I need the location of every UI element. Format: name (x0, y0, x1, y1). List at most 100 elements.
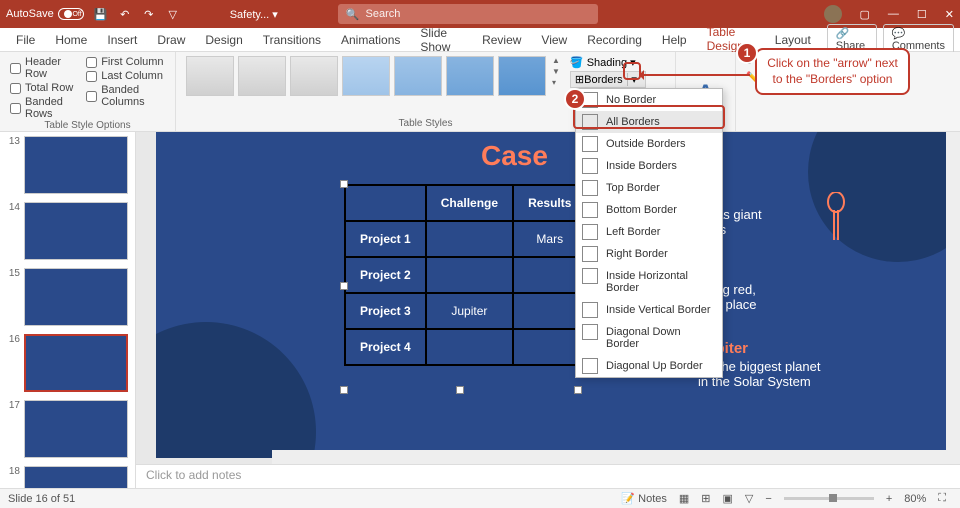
gallery-more-icon[interactable]: ▾ (552, 78, 560, 87)
slide-title[interactable]: Case (481, 140, 548, 172)
selection-handle[interactable] (456, 386, 464, 394)
document-name[interactable]: Safety... ▾ (230, 8, 278, 21)
cb-total-row[interactable]: Total Row (10, 82, 76, 94)
tab-design[interactable]: Design (195, 29, 252, 51)
horizontal-scrollbar[interactable] (272, 450, 946, 464)
tab-insert[interactable]: Insert (97, 29, 147, 51)
table-row-header[interactable]: Project 3 (345, 293, 426, 329)
slide-canvas[interactable]: Case ChallengeResultsS Project 1Mars Pro… (136, 132, 960, 488)
status-bar: Slide 16 of 51 📝 Notes ▦ ⊞ ▣ ▽ − + 80% ⛶ (0, 488, 960, 508)
cb-first-column[interactable]: First Column (86, 56, 165, 68)
autosave-label: AutoSave (6, 8, 54, 20)
present-icon[interactable]: ▽ (166, 7, 180, 21)
tab-recording[interactable]: Recording (577, 29, 652, 51)
tab-review[interactable]: Review (472, 29, 531, 51)
thumb-15[interactable]: 15 (4, 268, 131, 326)
zoom-in[interactable]: + (880, 493, 898, 505)
highlight-borders-arrow (623, 62, 641, 80)
sorter-view-icon[interactable]: ⊞ (695, 492, 716, 505)
menu-inside-horizontal[interactable]: Inside Horizontal Border (576, 265, 722, 299)
slide-counter[interactable]: Slide 16 of 51 (8, 493, 75, 505)
style-option[interactable] (342, 56, 390, 96)
table-cell[interactable] (426, 221, 513, 257)
style-option[interactable] (186, 56, 234, 96)
cb-banded-rows[interactable]: Banded Rows (10, 96, 76, 120)
borders-dropdown-menu: No Border All Borders Outside Borders In… (575, 88, 723, 378)
redo-icon[interactable]: ↷ (142, 7, 156, 21)
highlight-all-borders (573, 105, 725, 129)
notes-button[interactable]: 📝 Notes (615, 492, 673, 505)
tab-draw[interactable]: Draw (147, 29, 195, 51)
ribbon-display-icon[interactable]: ▢ (860, 8, 870, 21)
table-row-header[interactable]: Project 1 (345, 221, 426, 257)
tab-view[interactable]: View (531, 29, 577, 51)
close-icon[interactable]: ✕ (945, 8, 954, 21)
group-label-options: Table Style Options (10, 120, 165, 131)
cb-banded-columns[interactable]: Banded Columns (86, 84, 165, 108)
menu-outside-borders[interactable]: Outside Borders (576, 133, 722, 155)
fit-window-icon[interactable]: ⛶ (932, 492, 952, 505)
menu-diagonal-up[interactable]: Diagonal Up Border (576, 355, 722, 377)
user-avatar[interactable] (824, 5, 842, 23)
zoom-level[interactable]: 80% (898, 493, 932, 505)
style-option[interactable] (290, 56, 338, 96)
tab-transitions[interactable]: Transitions (253, 29, 331, 51)
style-option[interactable] (498, 56, 546, 96)
table-cell[interactable]: Jupiter (426, 293, 513, 329)
table-row-header[interactable]: Project 4 (345, 329, 426, 365)
thumb-17[interactable]: 17 (4, 400, 131, 458)
autosave-toggle[interactable]: AutoSave Off (6, 8, 84, 20)
table-row-header[interactable]: Project 2 (345, 257, 426, 293)
menu-inside-borders[interactable]: Inside Borders (576, 155, 722, 177)
notes-pane[interactable]: Click to add notes (136, 464, 960, 488)
selection-handle[interactable] (340, 386, 348, 394)
tab-help[interactable]: Help (652, 29, 697, 51)
menu-bottom-border[interactable]: Bottom Border (576, 199, 722, 221)
zoom-out[interactable]: − (759, 493, 777, 505)
style-option[interactable] (238, 56, 286, 96)
thumb-13[interactable]: 13 (4, 136, 131, 194)
step-badge-1: 1 (736, 42, 758, 64)
cb-last-column[interactable]: Last Column (86, 70, 165, 82)
selection-handle[interactable] (574, 386, 582, 394)
thumb-14[interactable]: 14 (4, 202, 131, 260)
style-option[interactable] (446, 56, 494, 96)
table-header[interactable]: Challenge (426, 185, 513, 221)
minimize-icon[interactable]: — (888, 8, 899, 20)
autosave-switch[interactable]: Off (58, 8, 84, 20)
borders-label: Borders (584, 74, 623, 86)
table-cell[interactable] (426, 329, 513, 365)
menu-top-border[interactable]: Top Border (576, 177, 722, 199)
menu-inside-vertical[interactable]: Inside Vertical Border (576, 299, 722, 321)
tab-file[interactable]: File (6, 29, 45, 51)
zoom-slider[interactable] (784, 497, 874, 500)
diag-up-icon (582, 358, 598, 374)
reading-view-icon[interactable]: ▣ (717, 492, 739, 505)
menu-right-border[interactable]: Right Border (576, 243, 722, 265)
table-styles-gallery[interactable] (186, 56, 546, 96)
table-header[interactable] (345, 185, 426, 221)
group-table-style-options: Header Row Total Row Banded Rows First C… (0, 52, 176, 131)
style-option[interactable] (394, 56, 442, 96)
table-cell[interactable] (426, 257, 513, 293)
step-badge-2: 2 (564, 88, 586, 110)
tab-animations[interactable]: Animations (331, 29, 410, 51)
gallery-up-icon[interactable]: ▲ (552, 56, 560, 65)
undo-icon[interactable]: ↶ (118, 7, 132, 21)
window-controls: ▢ — ☐ ✕ (824, 5, 955, 23)
slideshow-view-icon[interactable]: ▽ (739, 492, 759, 505)
tab-home[interactable]: Home (45, 29, 97, 51)
cb-header-row[interactable]: Header Row (10, 56, 76, 80)
selection-handle[interactable] (340, 180, 348, 188)
menu-diagonal-down[interactable]: Diagonal Down Border (576, 321, 722, 355)
maximize-icon[interactable]: ☐ (917, 8, 927, 21)
gallery-down-icon[interactable]: ▼ (552, 67, 560, 76)
vertical-scrollbar[interactable] (946, 132, 960, 464)
selection-handle[interactable] (340, 282, 348, 290)
annotation-arrow (640, 74, 750, 76)
thumb-16[interactable]: 16 (4, 334, 131, 392)
normal-view-icon[interactable]: ▦ (673, 492, 695, 505)
thumb-18[interactable]: 18 (4, 466, 131, 488)
menu-left-border[interactable]: Left Border (576, 221, 722, 243)
save-icon[interactable]: 💾 (94, 7, 108, 21)
